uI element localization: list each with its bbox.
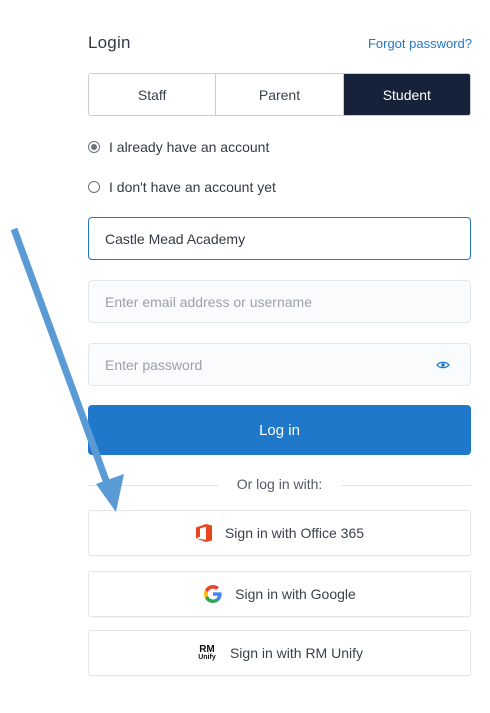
radio-have-account-label: I already have an account	[109, 139, 270, 155]
radio-no-account[interactable]: I don't have an account yet	[88, 179, 276, 195]
account-type-selector: Staff Parent Student	[88, 73, 471, 116]
google-signin-button[interactable]: Sign in with Google	[88, 571, 471, 617]
google-icon	[203, 584, 223, 604]
office-365-label: Sign in with Office 365	[224, 525, 365, 541]
radio-checked-icon[interactable]	[88, 141, 100, 153]
forgot-password-link[interactable]: Forgot password?	[368, 36, 472, 51]
email-field-placeholder: Enter email address or username	[105, 293, 312, 310]
office-365-icon	[195, 523, 213, 543]
radio-unchecked-icon[interactable]	[88, 181, 100, 193]
tab-staff[interactable]: Staff	[89, 74, 217, 115]
rm-unify-icon: RM Unify	[196, 645, 218, 662]
show-password-eye-icon[interactable]	[436, 358, 450, 372]
google-label: Sign in with Google	[235, 586, 356, 602]
school-field[interactable]: Castle Mead Academy	[88, 217, 471, 260]
radio-have-account[interactable]: I already have an account	[88, 139, 269, 155]
divider-text: Or log in with:	[236, 476, 323, 492]
page-title: Login	[88, 33, 131, 52]
tab-student[interactable]: Student	[343, 74, 470, 115]
office-365-signin-button[interactable]: Sign in with Office 365	[88, 510, 471, 556]
email-field[interactable]: Enter email address or username	[88, 280, 471, 323]
login-button[interactable]: Log in	[88, 405, 471, 455]
divider-line-right	[341, 485, 471, 486]
or-divider: Or log in with:	[88, 476, 471, 496]
rm-unify-signin-button[interactable]: RM Unify Sign in with RM Unify	[88, 630, 471, 676]
tab-parent[interactable]: Parent	[216, 74, 344, 115]
rm-logo-bottom: Unify	[198, 654, 216, 661]
password-field-placeholder: Enter password	[105, 356, 203, 373]
rm-unify-label: Sign in with RM Unify	[229, 645, 364, 661]
radio-no-account-label: I don't have an account yet	[109, 179, 276, 195]
school-field-value: Castle Mead Academy	[105, 230, 246, 247]
password-field[interactable]: Enter password	[88, 343, 471, 386]
